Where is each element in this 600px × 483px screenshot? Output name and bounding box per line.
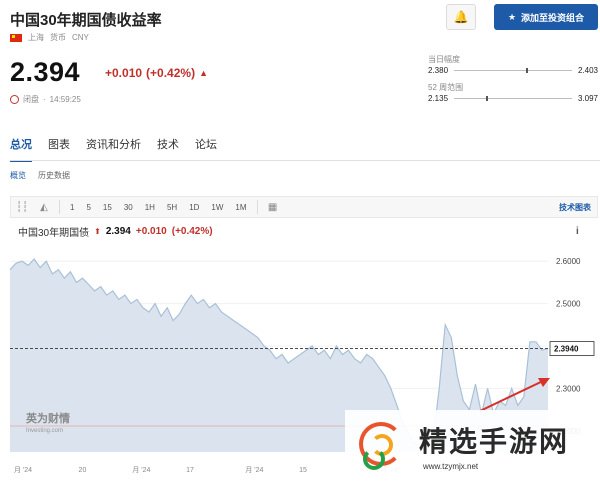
tab-chart[interactable]: 图表	[48, 136, 70, 162]
tab-forum[interactable]: 论坛	[195, 136, 217, 162]
chart-up-arrow-icon: ⬆	[94, 227, 101, 236]
tab-technical[interactable]: 技术	[157, 136, 179, 162]
main-tabs: 总况 图表 资讯和分析 技术 论坛	[10, 136, 217, 162]
calendar-icon[interactable]: ▦	[266, 201, 280, 213]
site-logo-icon	[349, 414, 411, 476]
bell-plus-icon: 🔔	[453, 10, 469, 24]
price-change: +0.010 (+0.42%) ▲	[105, 66, 208, 80]
x-tick-label: 月 '24	[132, 466, 150, 474]
week52-range-bar	[454, 96, 572, 101]
tech-chart-link[interactable]: 技术图表	[559, 202, 591, 213]
instrument-meta: 上海 货币 CNY	[10, 32, 89, 43]
period-1w[interactable]: 1W	[205, 203, 229, 212]
period-15[interactable]: 15	[97, 203, 118, 212]
add-to-portfolio-button[interactable]: ★ 添加至投资组合	[494, 4, 598, 30]
currency-value: CNY	[72, 33, 89, 42]
x-tick-label: 月 '24	[14, 466, 32, 474]
candlestick-icon[interactable]: ┆┆	[15, 201, 29, 213]
china-flag-icon	[10, 33, 22, 42]
status-label: 闭盘	[23, 95, 39, 104]
week52-range-label: 52 周范围	[428, 83, 464, 92]
source-sub: Investing.com	[26, 428, 63, 434]
period-1m[interactable]: 1M	[229, 203, 252, 212]
y-tick-label: 2.3000	[556, 384, 581, 393]
chart-toolbar: ┆┆ ◭ 1 5 15 30 1H 5H 1D 1W 1M ▦ 技术图表	[10, 196, 598, 218]
day-range: 当日幅度 2.380 2.403	[428, 54, 598, 75]
toolbar-divider	[256, 200, 258, 214]
star-icon: ★	[507, 11, 517, 22]
y-tick-label: 2.5000	[556, 300, 581, 309]
day-range-high: 2.403	[577, 66, 598, 75]
clock-icon	[10, 95, 19, 104]
last-price: 2.394	[10, 57, 81, 87]
subtab-overview[interactable]: 概览	[10, 170, 26, 181]
tab-news-analysis[interactable]: 资讯和分析	[86, 136, 141, 162]
currency-label: 货币	[50, 33, 66, 42]
x-tick-label: 20	[79, 467, 87, 474]
period-1h[interactable]: 1H	[139, 203, 161, 212]
x-tick-label: 月 '24	[245, 466, 263, 474]
site-url: www.tzymjx.net	[423, 461, 479, 471]
source-logo: 英为财情	[25, 411, 70, 425]
page-title: 中国30年期国债收益率	[10, 12, 162, 29]
period-5h[interactable]: 5H	[161, 203, 183, 212]
site-title: 精选手游网	[419, 425, 570, 457]
period-5[interactable]: 5	[80, 203, 96, 212]
period-1d[interactable]: 1D	[183, 203, 205, 212]
week52-range-high: 3.097	[577, 94, 598, 103]
market-status: 闭盘 · 14:59:25	[10, 94, 81, 105]
status-time: 14:59:25	[49, 95, 81, 104]
week52-range: 52 周范围 2.135 3.097	[428, 82, 598, 103]
up-arrow-icon: ▲	[199, 68, 208, 78]
subtab-historical-data[interactable]: 历史数据	[38, 170, 70, 181]
location-label: 上海	[28, 33, 44, 42]
add-to-portfolio-label: 添加至投资组合	[521, 12, 585, 23]
x-tick-label: 15	[299, 467, 307, 474]
toolbar-divider	[59, 200, 60, 214]
site-watermark: 精选手游网 www.tzymjx.net	[345, 410, 595, 480]
day-range-bar	[454, 68, 572, 73]
week52-range-marker	[485, 96, 488, 101]
sub-tabs: 概览 历史数据	[10, 170, 70, 181]
change-value: +0.010	[105, 66, 143, 80]
change-percent: (+0.42%)	[146, 66, 196, 80]
create-alert-button[interactable]: 🔔	[446, 4, 476, 30]
day-range-marker	[525, 68, 528, 73]
y-tick-label: 2.6000	[556, 257, 581, 266]
week52-range-low: 2.135	[428, 94, 449, 103]
x-tick-label: 17	[186, 467, 194, 474]
day-range-low: 2.380	[428, 66, 449, 75]
area-chart-icon[interactable]: ◭	[37, 201, 51, 213]
tabs-divider	[10, 160, 600, 161]
day-range-label: 当日幅度	[428, 55, 460, 64]
period-30[interactable]: 30	[118, 203, 139, 212]
period-1[interactable]: 1	[64, 203, 80, 212]
current-price-label: 2.3940	[554, 345, 579, 354]
tab-overview[interactable]: 总况	[10, 136, 32, 162]
